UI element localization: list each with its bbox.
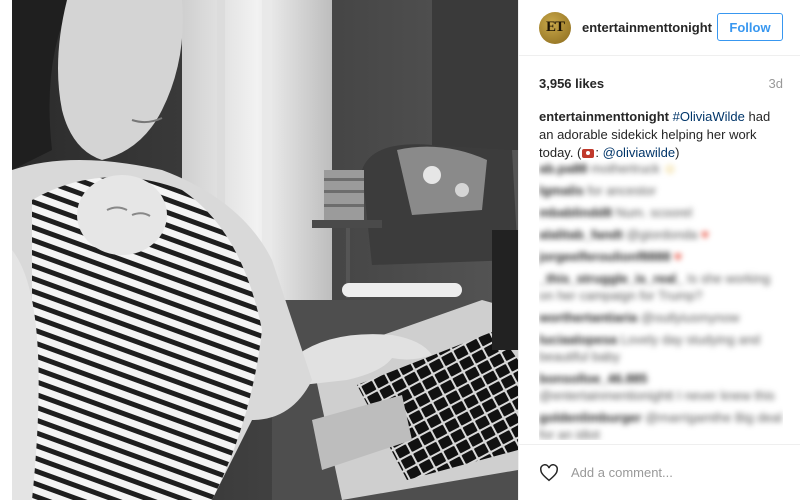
comment-item: ab.pa88 mothertruck ☺ bbox=[539, 160, 783, 177]
comment-item: lgmalis for ancestor bbox=[539, 182, 783, 199]
post-side-panel: ET entertainmenttonight Follow 3,956 lik… bbox=[518, 0, 800, 500]
comment-username[interactable]: ab.pa88 bbox=[539, 161, 587, 176]
caption-separator: : bbox=[595, 145, 603, 160]
likes-row: 3,956 likes 3d bbox=[539, 76, 783, 91]
follow-button[interactable]: Follow bbox=[717, 13, 783, 41]
comment-text: for ancestor bbox=[587, 183, 657, 198]
post-image bbox=[12, 0, 518, 500]
comment-text: mothertruck bbox=[591, 161, 660, 176]
comment-username[interactable]: goldenlimburger bbox=[539, 410, 642, 425]
comment-item: _this_struggle_is_real_ Is she working o… bbox=[539, 270, 783, 304]
red-heart-emoji-icon: ♥ bbox=[697, 227, 709, 242]
post-header: ET entertainmenttonight Follow bbox=[519, 0, 800, 56]
comment-item: jorgeelferoulionf8888 ♥ bbox=[539, 248, 783, 265]
caption-close: ) bbox=[675, 145, 680, 160]
comment-username[interactable]: worthertantiaria bbox=[539, 310, 637, 325]
comment-footer bbox=[519, 444, 800, 500]
comment-username[interactable]: lgmalis bbox=[539, 183, 584, 198]
comment-text: @outlyiusmynow bbox=[640, 310, 740, 325]
likes-count[interactable]: 3,956 likes bbox=[539, 76, 604, 91]
caption-hashtag[interactable]: #OliviaWilde bbox=[673, 109, 745, 124]
avatar-logo-text: ET bbox=[545, 19, 565, 35]
comment-username[interactable]: luciaalopesa bbox=[539, 332, 617, 347]
heart-icon[interactable] bbox=[539, 463, 559, 482]
username-link[interactable]: entertainmenttonight bbox=[582, 20, 712, 35]
comment-item: bonsolloe_46.885 @entertainmentionightt … bbox=[539, 370, 783, 404]
comment-username[interactable]: mbablindd8 bbox=[539, 205, 612, 220]
caption-mention[interactable]: @oliviawilde bbox=[603, 145, 675, 160]
comment-list: ab.pa88 mothertruck ☺ lgmalis for ancesto… bbox=[539, 160, 783, 440]
add-comment-input[interactable] bbox=[571, 465, 771, 480]
smiley-emoji-icon: ☺ bbox=[659, 161, 677, 176]
red-heart-emoji-icon: ♥ bbox=[674, 249, 682, 264]
comment-item: worthertantiaria @outlyiusmynow bbox=[539, 309, 783, 326]
comment-username[interactable]: alalitab_fandt bbox=[539, 227, 623, 242]
comment-item: alalitab_fandt @giordonda ♥ bbox=[539, 226, 783, 243]
comment-text: @giordonda bbox=[626, 227, 698, 242]
caption: entertainmenttonight #OliviaWilde had an… bbox=[539, 108, 783, 162]
comment-item: luciaalopesa Lovely day studying and bea… bbox=[539, 331, 783, 365]
post-age[interactable]: 3d bbox=[769, 76, 783, 91]
comment-username[interactable]: bonsolloe_46.885 bbox=[539, 371, 647, 386]
avatar[interactable]: ET bbox=[539, 11, 571, 44]
comment-username[interactable]: jorgeelferoulionf8888 bbox=[539, 249, 670, 264]
comment-item: goldenlimburger @marrigamthe Big deal fo… bbox=[539, 409, 783, 440]
comment-text: Num. scoorel bbox=[615, 205, 693, 220]
comment-username[interactable]: _this_struggle_is_real_ bbox=[539, 271, 684, 286]
comment-text: @entertainmentionightt I never knew this bbox=[539, 388, 775, 403]
comment-item: mbablindd8 Num. scoorel bbox=[539, 204, 783, 221]
caption-username[interactable]: entertainmenttonight bbox=[539, 109, 669, 124]
camera-icon bbox=[582, 149, 595, 158]
post-photo[interactable] bbox=[12, 0, 518, 500]
